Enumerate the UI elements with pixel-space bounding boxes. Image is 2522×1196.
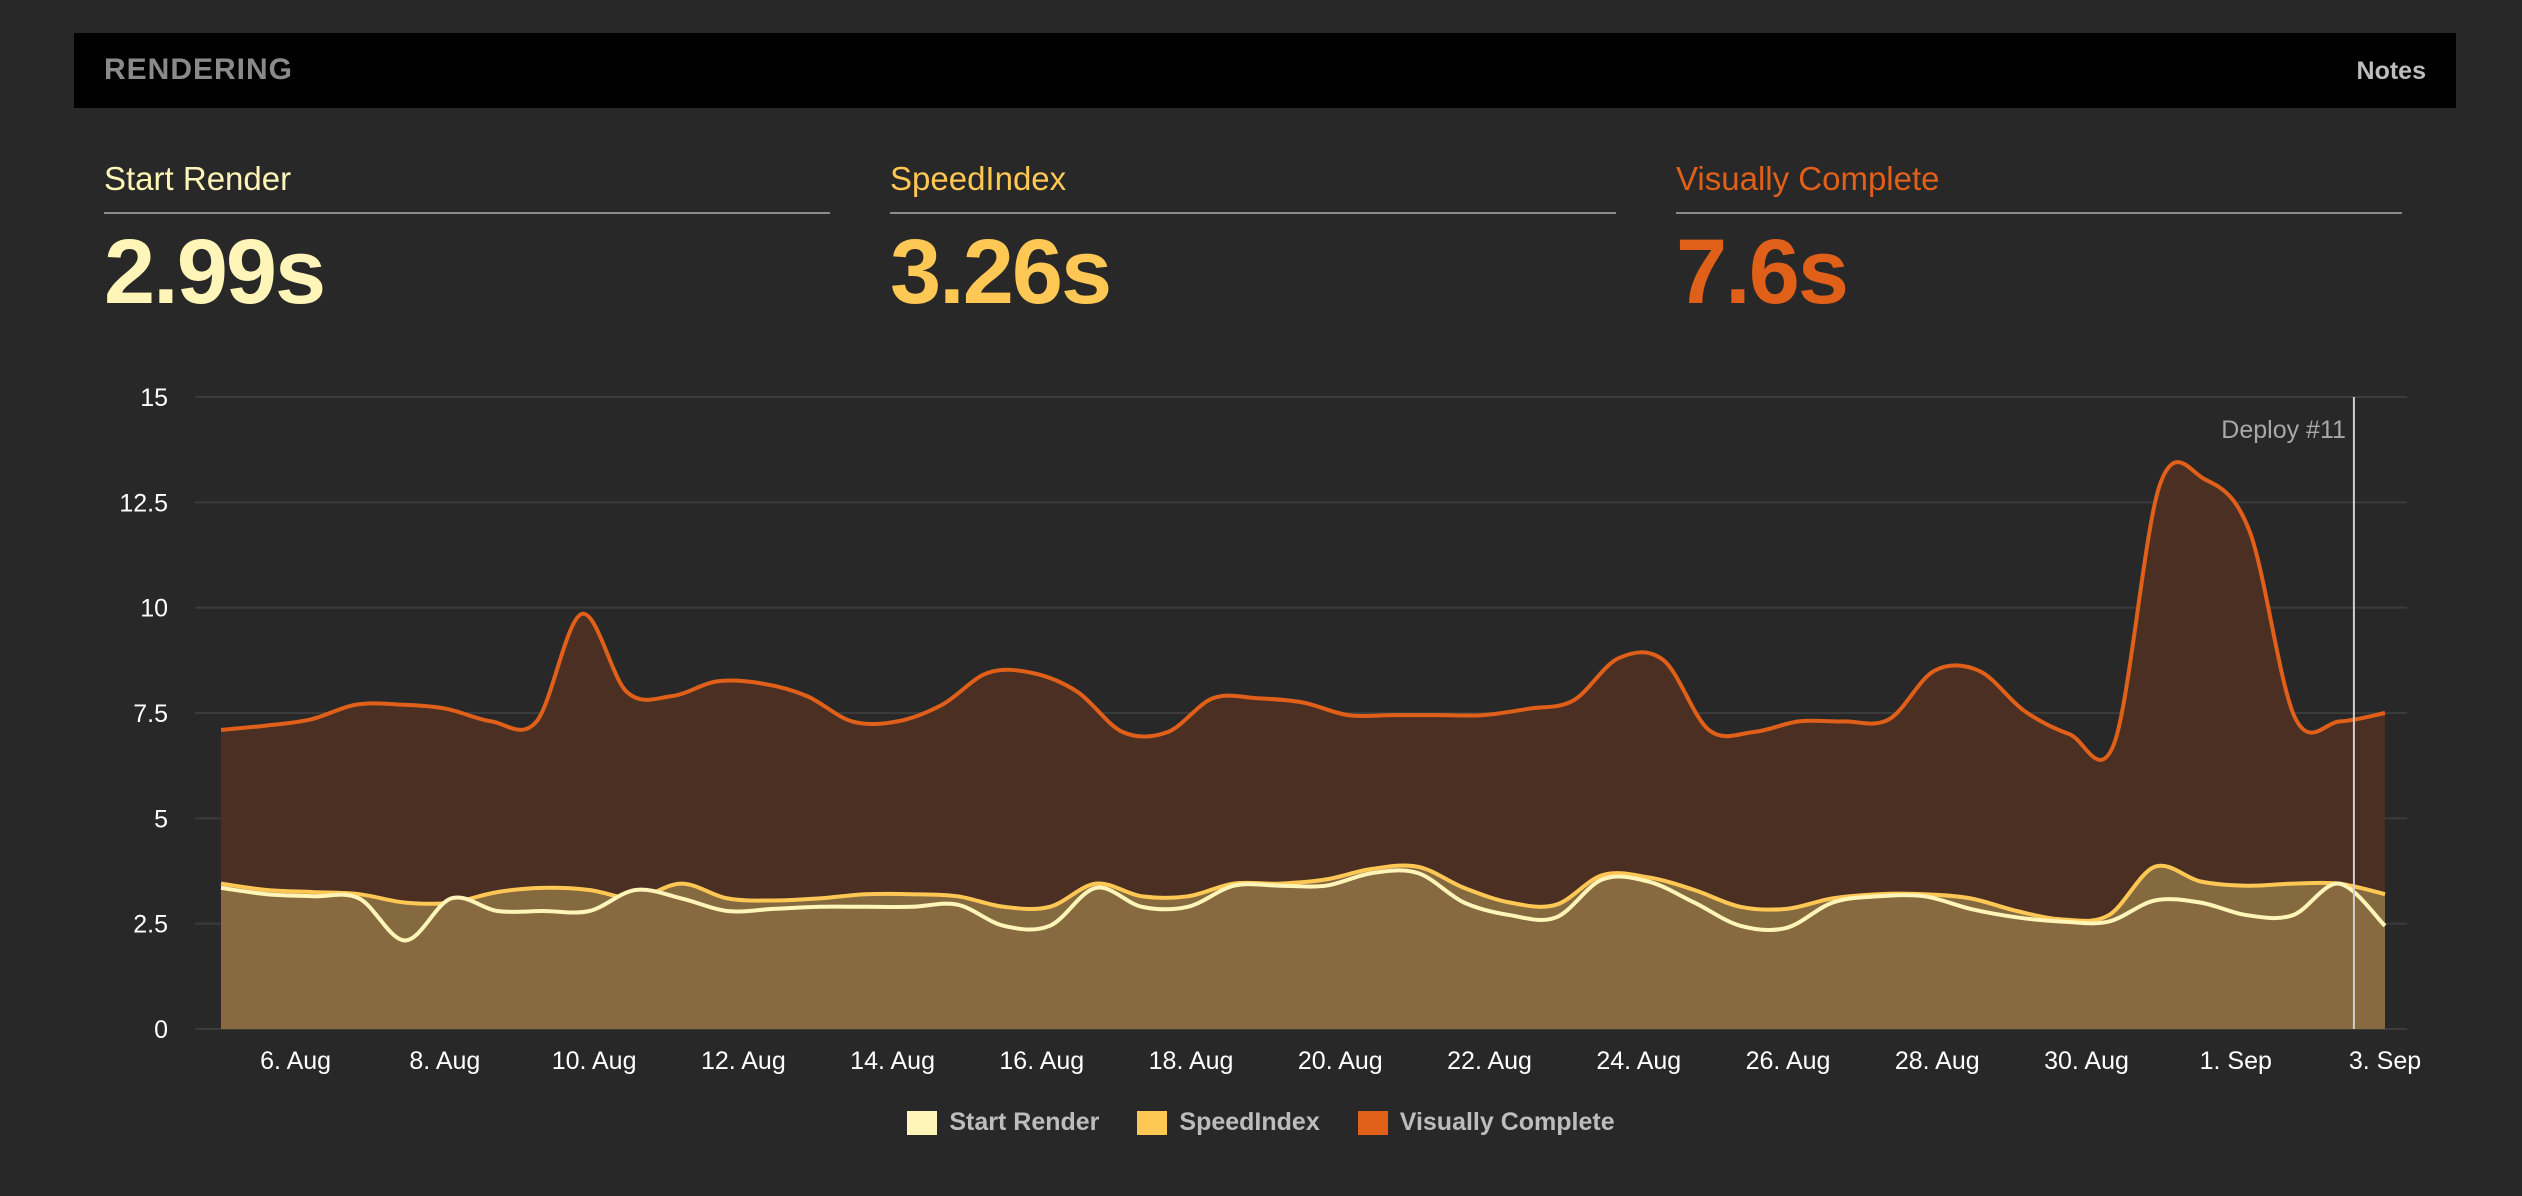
x-tick-label: 24. Aug <box>1596 1047 1681 1075</box>
x-tick-label: 3. Sep <box>2349 1047 2421 1075</box>
x-tick-label: 16. Aug <box>999 1047 1084 1075</box>
x-tick-label: 10. Aug <box>552 1047 637 1075</box>
legend-item-start-render[interactable]: Start Render <box>907 1108 1099 1137</box>
y-tick-label: 12.5 <box>119 489 168 517</box>
x-tick-label: 14. Aug <box>850 1047 935 1075</box>
legend-swatch <box>907 1110 938 1135</box>
legend-label: SpeedIndex <box>1179 1108 1320 1136</box>
x-tick-label: 1. Sep <box>2200 1047 2272 1075</box>
legend-label: Visually Complete <box>1399 1108 1615 1136</box>
y-tick-label: 5 <box>154 805 168 833</box>
x-tick-label: 6. Aug <box>260 1047 331 1075</box>
x-tick-label: 18. Aug <box>1149 1047 1234 1075</box>
legend-item-speedindex[interactable]: SpeedIndex <box>1137 1108 1320 1137</box>
y-tick-label: 0 <box>154 1016 168 1044</box>
x-tick-label: 20. Aug <box>1298 1047 1383 1075</box>
y-tick-label: 15 <box>140 384 168 412</box>
x-tick-label: 8. Aug <box>409 1047 480 1075</box>
legend-swatch <box>1137 1110 1168 1135</box>
legend-label: Start Render <box>949 1108 1100 1136</box>
deploy-annotation-label: Deploy #11 <box>2221 416 2346 444</box>
legend-item-visually-complete[interactable]: Visually Complete <box>1357 1108 1615 1137</box>
x-tick-label: 12. Aug <box>701 1047 786 1075</box>
x-tick-label: 26. Aug <box>1746 1047 1831 1075</box>
chart-legend: Start Render SpeedIndex Visually Complet… <box>0 1108 2522 1137</box>
rendering-area-chart: 0 2.5 5 7.5 10 12.5 15 6. Aug 8. Aug 10. Aug 12. A… <box>119 384 2421 1075</box>
legend-swatch <box>1357 1110 1388 1135</box>
y-tick-label: 10 <box>140 595 168 623</box>
x-tick-label: 30. Aug <box>2044 1047 2129 1075</box>
x-tick-label: 28. Aug <box>1895 1047 1980 1075</box>
y-tick-label: 7.5 <box>133 700 168 728</box>
y-tick-label: 2.5 <box>133 911 168 939</box>
x-tick-label: 22. Aug <box>1447 1047 1532 1075</box>
